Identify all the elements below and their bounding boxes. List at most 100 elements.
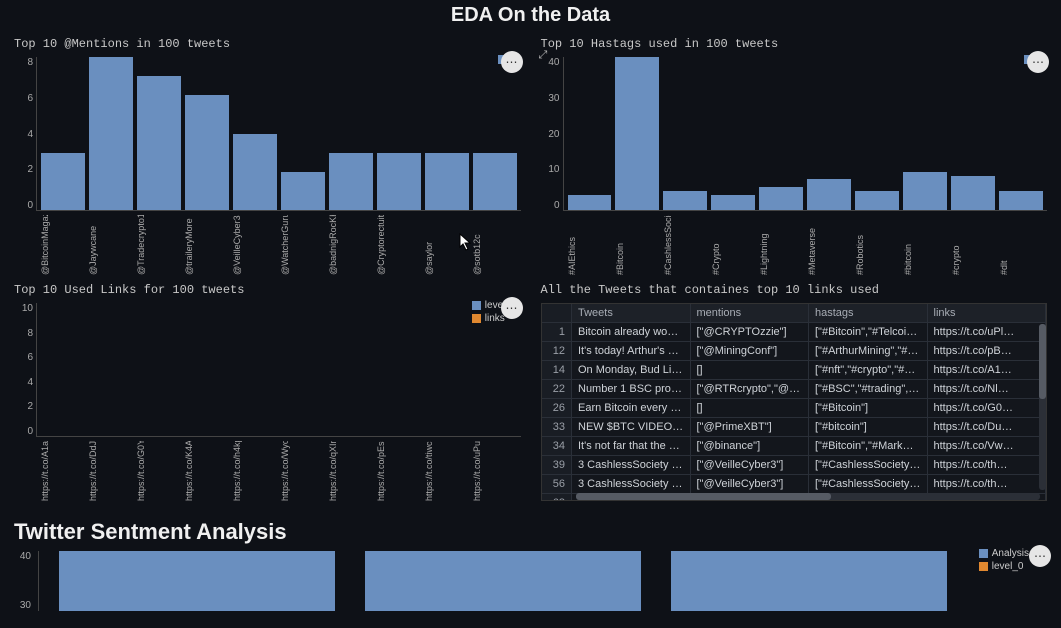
table-cell: https://t.co/pB… bbox=[927, 342, 1046, 361]
bar bbox=[671, 551, 947, 611]
chart-title-hashtags: Top 10 Hastags used in 100 tweets bbox=[541, 35, 1048, 57]
y-tick-label: 4 bbox=[27, 377, 33, 388]
table-cell: On Monday, Bud Light rev… bbox=[572, 361, 691, 380]
panel-hashtags: Top 10 Hastags used in 100 tweets 0 ⋯ ⤢ … bbox=[541, 35, 1048, 275]
x-tick-label: #Crypto bbox=[711, 215, 755, 275]
table-cell: [] bbox=[690, 361, 809, 380]
y-tick-label: 0 bbox=[554, 200, 560, 211]
table-header[interactable]: mentions bbox=[690, 304, 809, 323]
bar bbox=[365, 551, 641, 611]
x-axis-labels: #AIEthics#Bitcoin#CashlessSociety#Crypto… bbox=[541, 211, 1048, 275]
table-row[interactable]: 33NEW $BTC VIDEO My upd…["@PrimeXBT"]["#… bbox=[542, 418, 1046, 437]
table-cell: [] bbox=[690, 399, 809, 418]
bar bbox=[999, 191, 1043, 210]
table-row[interactable]: 34It's not far that the next Bi…["@binan… bbox=[542, 437, 1046, 456]
table-cell: https://t.co/Nl… bbox=[927, 380, 1046, 399]
table-row[interactable]: 14On Monday, Bud Light rev…[]["#nft","#c… bbox=[542, 361, 1046, 380]
bars bbox=[37, 303, 521, 436]
table-row[interactable]: 1Bitcoin already won, eve…["@CRYPTOzzie"… bbox=[542, 323, 1046, 342]
bar bbox=[903, 172, 947, 210]
y-axis: 403020100 bbox=[541, 57, 563, 211]
table-cell: ["@binance"] bbox=[690, 437, 809, 456]
x-tick-label: @Cryptorectuitr bbox=[376, 215, 420, 275]
x-tick-label: https://t.co/uPu0TCdQtEV bbox=[472, 441, 516, 501]
bar bbox=[41, 153, 85, 210]
y-tick-label: 2 bbox=[27, 401, 33, 412]
bar bbox=[711, 195, 755, 210]
table-header[interactable] bbox=[542, 304, 572, 323]
table-cell: https://t.co/th… bbox=[927, 456, 1046, 475]
bar bbox=[807, 179, 851, 210]
bar bbox=[951, 176, 995, 210]
y-tick-label: 10 bbox=[22, 303, 33, 314]
table-row[interactable]: 26Earn Bitcoin every day ev…[]["#Bitcoin… bbox=[542, 399, 1046, 418]
x-tick-label: @VeilleCyber3 bbox=[232, 215, 276, 275]
table-cell: ["@VeilleCyber3"] bbox=[690, 456, 809, 475]
table-row[interactable]: 22Number 1 BSC project!$F…["@RTRcrypto",… bbox=[542, 380, 1046, 399]
y-tick-label: 2 bbox=[27, 164, 33, 175]
x-tick-label: #dlt bbox=[999, 215, 1043, 275]
bar bbox=[855, 191, 899, 210]
table-cell: ["@PrimeXBT"] bbox=[690, 418, 809, 437]
y-tick-label: 20 bbox=[548, 129, 559, 140]
bars bbox=[39, 551, 967, 611]
bars bbox=[564, 57, 1048, 210]
bar bbox=[233, 134, 277, 211]
x-tick-label: https://t.co/qXImnCjSmf bbox=[328, 441, 372, 501]
table-cell: ["#bitcoin"] bbox=[809, 418, 928, 437]
table-header[interactable]: Tweets bbox=[572, 304, 691, 323]
table-cell: 33 bbox=[542, 418, 572, 437]
y-tick-label: 8 bbox=[27, 328, 33, 339]
x-tick-label: #Lightning bbox=[759, 215, 803, 275]
table-title: All the Tweets that containes top 10 lin… bbox=[541, 281, 1048, 303]
table-cell: ["#Bitcoin","#Telcoin","#T… bbox=[809, 323, 928, 342]
table-cell: ["@RTRcrypto","@FEGtok… bbox=[690, 380, 809, 399]
y-axis: 1086420 bbox=[14, 303, 36, 437]
y-tick-label: 40 bbox=[548, 57, 559, 68]
chart-title-links: Top 10 Used Links for 100 tweets bbox=[14, 281, 521, 303]
panel-sentiment: Analysis level_0 ⋯ 4030 bbox=[14, 551, 1047, 611]
panel-links: Top 10 Used Links for 100 tweets level_0… bbox=[14, 281, 521, 501]
x-tick-label: @WatcherGuru bbox=[280, 215, 324, 275]
table-header[interactable]: links bbox=[927, 304, 1046, 323]
table-cell: https://t.co/Du… bbox=[927, 418, 1046, 437]
table-cell: 14 bbox=[542, 361, 572, 380]
x-tick-label: https://t.co/WyoQt8zMAf bbox=[280, 441, 324, 501]
bar bbox=[185, 95, 229, 210]
x-tick-label: @Tradecrypto11 bbox=[136, 215, 180, 275]
bar bbox=[425, 153, 469, 210]
tweets-table[interactable]: Tweetsmentionshastagslinks 1Bitcoin alre… bbox=[541, 303, 1048, 501]
panel-mentions: Top 10 @Mentions in 100 tweets 0 ⋯ 86420… bbox=[14, 35, 521, 275]
x-tick-label: #Metaverse bbox=[807, 215, 851, 275]
scrollbar-horizontal[interactable] bbox=[576, 493, 1041, 500]
x-tick-label: https://t.co/K4AhBMa406 bbox=[184, 441, 228, 501]
table-cell: 34 bbox=[542, 437, 572, 456]
table-cell: 3 CashlessSociety must n… bbox=[572, 475, 691, 494]
scrollbar-vertical[interactable] bbox=[1039, 324, 1046, 490]
x-tick-label: https://t.co/h4kpcFlzung bbox=[232, 441, 276, 501]
x-tick-label: #CashlessSociety bbox=[663, 215, 707, 275]
bar bbox=[615, 57, 659, 210]
table-row[interactable]: 12It's today! Arthur's expert…["@MiningC… bbox=[542, 342, 1046, 361]
more-icon[interactable]: ⋯ bbox=[1029, 545, 1051, 567]
x-tick-label: @sotb12c bbox=[472, 215, 516, 275]
x-tick-label: #Robotics bbox=[855, 215, 899, 275]
table-cell: https://t.co/th… bbox=[927, 475, 1046, 494]
table-row[interactable]: 563 CashlessSociety must n…["@VeilleCybe… bbox=[542, 475, 1046, 494]
table-cell: ["#Bitcoin","#MarkMeta"] bbox=[809, 437, 928, 456]
y-tick-label: 8 bbox=[27, 57, 33, 68]
bar bbox=[473, 153, 517, 210]
bar bbox=[663, 191, 707, 210]
y-tick-label: 30 bbox=[548, 93, 559, 104]
y-tick-label: 40 bbox=[20, 551, 31, 562]
table-cell: 12 bbox=[542, 342, 572, 361]
page-title: EDA On the Data bbox=[0, 0, 1061, 35]
table-row[interactable]: 393 CashlessSociety must n…["@VeilleCybe… bbox=[542, 456, 1046, 475]
table-header[interactable]: hastags bbox=[809, 304, 928, 323]
y-tick-label: 0 bbox=[27, 426, 33, 437]
table-cell: https://t.co/Vw… bbox=[927, 437, 1046, 456]
table-cell: ["#CashlessSociety","#Ro… bbox=[809, 456, 928, 475]
table-cell: Number 1 BSC project!$F… bbox=[572, 380, 691, 399]
table-cell: https://t.co/A1… bbox=[927, 361, 1046, 380]
x-tick-label: #bitcoin bbox=[903, 215, 947, 275]
